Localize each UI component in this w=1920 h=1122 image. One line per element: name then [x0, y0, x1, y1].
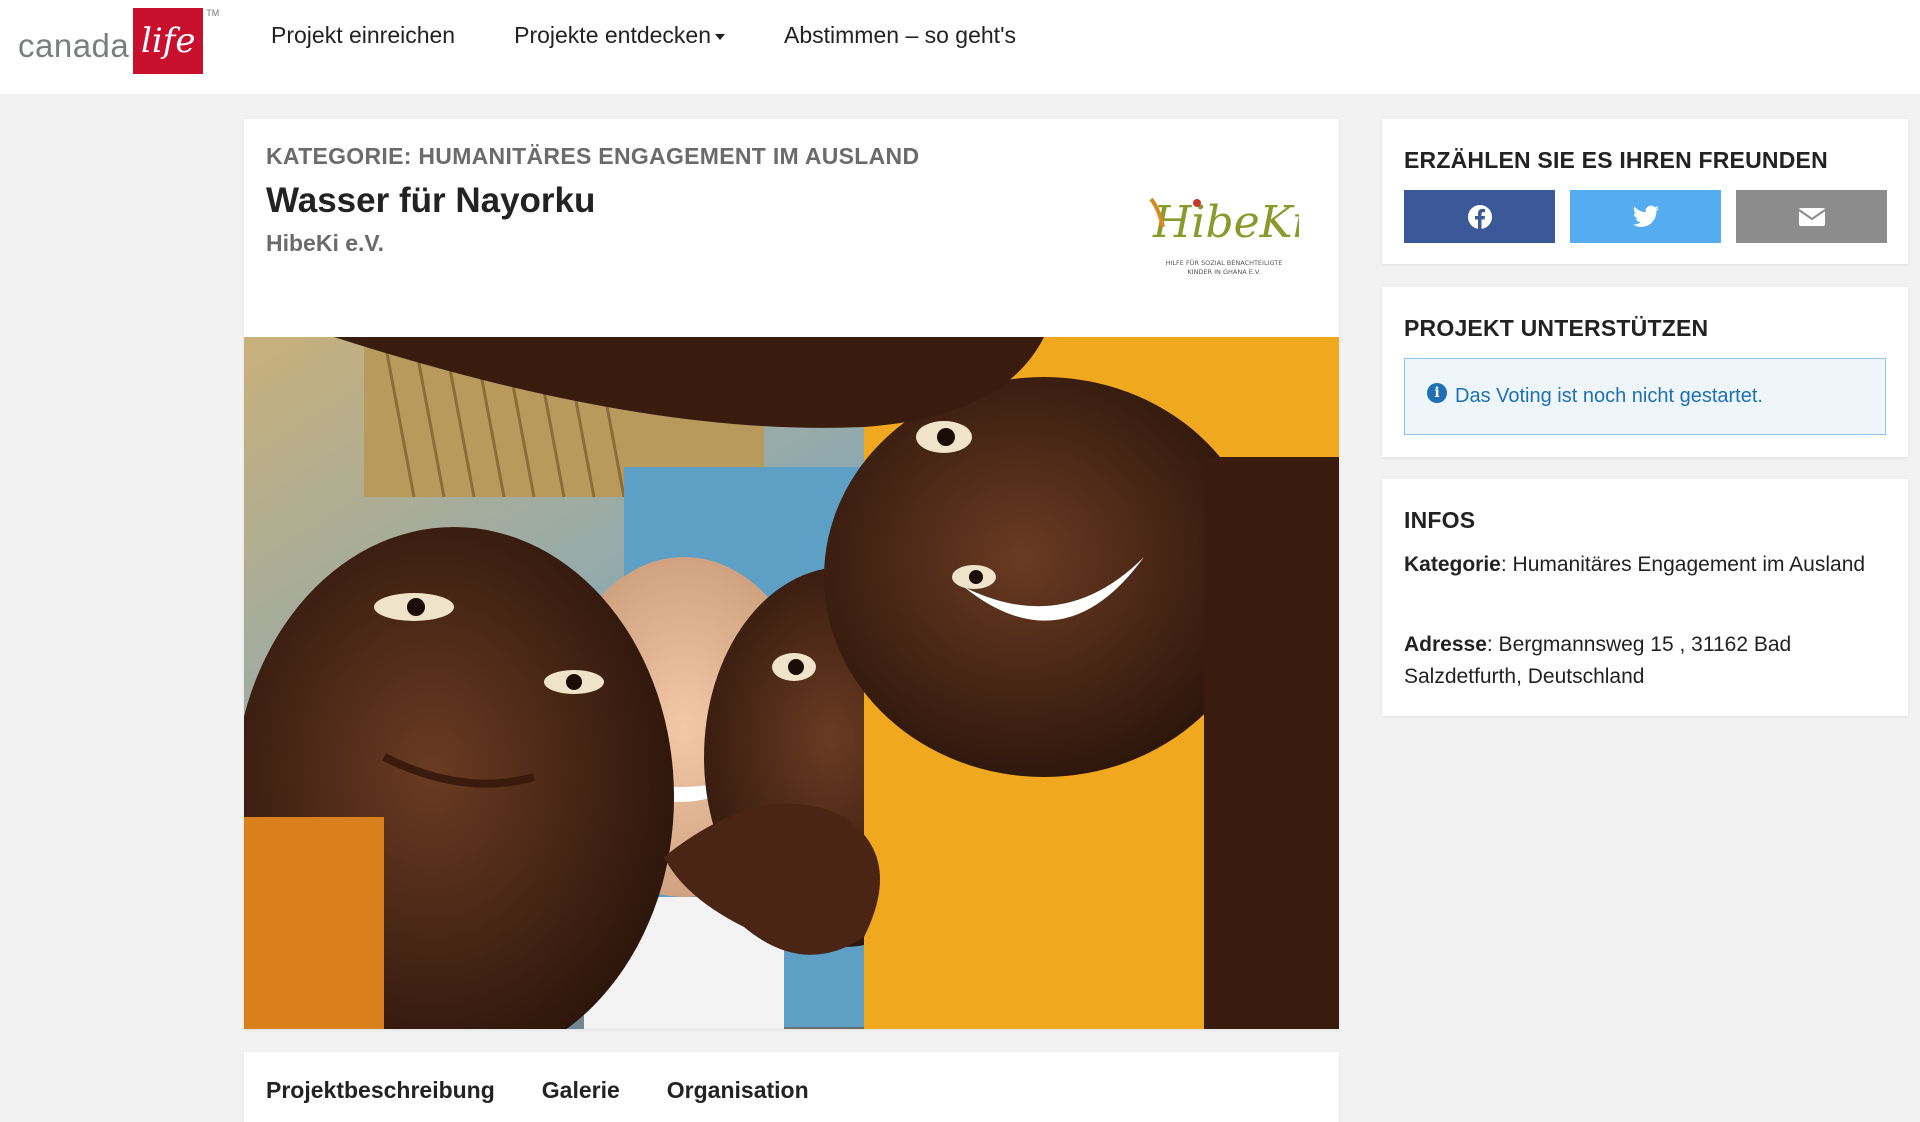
canada-life-logo[interactable]: canada life TM	[18, 8, 219, 74]
info-address-label: Adresse	[1404, 633, 1487, 656]
project-tabs-card: Projektbeschreibung Galerie Organisation	[244, 1052, 1339, 1122]
logo-trademark: TM	[206, 8, 220, 18]
twitter-share-button[interactable]	[1570, 190, 1721, 243]
tab-projektbeschreibung[interactable]: Projektbeschreibung	[266, 1077, 495, 1104]
email-icon	[1797, 207, 1826, 226]
facebook-share-button[interactable]	[1404, 190, 1555, 243]
nav-item-label: Abstimmen – so geht's	[784, 22, 1016, 48]
infos-card: INFOS Kategorie: Humanitäres Engagement …	[1382, 479, 1908, 716]
tab-organisation[interactable]: Organisation	[667, 1077, 809, 1104]
nav-item-projekte-entdecken[interactable]: Projekte entdecken	[514, 22, 726, 49]
info-address: Adresse: Bergmannsweg 15 , 31162 Bad Sal…	[1404, 629, 1884, 693]
share-card: ERZÄHLEN SIE ES IHREN FREUNDEN	[1382, 119, 1908, 264]
project-tabs: Projektbeschreibung Galerie Organisation	[266, 1077, 809, 1104]
voting-status-alert: i Das Voting ist noch nicht gestartet.	[1404, 358, 1886, 435]
info-category-label: Kategorie	[1404, 553, 1501, 576]
twitter-icon	[1632, 205, 1659, 227]
project-organization[interactable]: HibeKi e.V.	[266, 230, 384, 257]
voting-status-text: Das Voting ist noch nicht gestartet.	[1455, 385, 1763, 407]
project-title: Wasser für Nayorku	[266, 181, 596, 220]
project-category: KATEGORIE: HUMANITÄRES ENGAGEMENT IM AUS…	[266, 143, 920, 169]
project-card: KATEGORIE: HUMANITÄRES ENGAGEMENT IM AUS…	[244, 119, 1339, 1029]
infos-title: INFOS	[1404, 507, 1476, 533]
share-buttons	[1404, 190, 1887, 243]
share-title: ERZÄHLEN SIE ES IHREN FREUNDEN	[1404, 147, 1828, 173]
project-photo	[244, 337, 1339, 1029]
main-nav: Projekt einreichen Projekte entdecken Ab…	[271, 22, 1016, 49]
hibeki-tagline-2: KINDER IN GHANA E.V.	[1187, 268, 1260, 276]
nav-item-label: Projekte entdecken	[514, 22, 712, 48]
nav-item-projekt-einreichen[interactable]: Projekt einreichen	[271, 22, 455, 49]
support-title: PROJEKT UNTERSTÜTZEN	[1404, 315, 1709, 341]
email-share-button[interactable]	[1736, 190, 1887, 243]
info-category: Kategorie: Humanitäres Engagement im Aus…	[1404, 549, 1884, 581]
facebook-icon	[1467, 204, 1492, 229]
info-category-value: : Humanitäres Engagement im Ausland	[1500, 553, 1866, 576]
hibeki-logo: HibeKi HILFE FÜR SOZIAL BENACHTEILIGTE K…	[1149, 197, 1299, 276]
caret-down-icon	[715, 33, 726, 40]
support-card: PROJEKT UNTERSTÜTZEN i Das Voting ist no…	[1382, 287, 1908, 457]
site-header: canada life TM Projekt einreichen Projek…	[0, 0, 1920, 94]
hibeki-tagline-1: HILFE FÜR SOZIAL BENACHTEILIGTE	[1166, 258, 1283, 267]
nav-item-label: Projekt einreichen	[271, 22, 456, 48]
logo-wordmark: canada	[18, 27, 130, 64]
info-icon: i	[1427, 382, 1447, 403]
tab-galerie[interactable]: Galerie	[542, 1077, 620, 1104]
nav-item-abstimmen[interactable]: Abstimmen – so geht's	[784, 22, 1016, 49]
logo-badge: life	[133, 8, 204, 74]
hibeki-logo-wordmark: HibeKi	[1152, 197, 1299, 248]
